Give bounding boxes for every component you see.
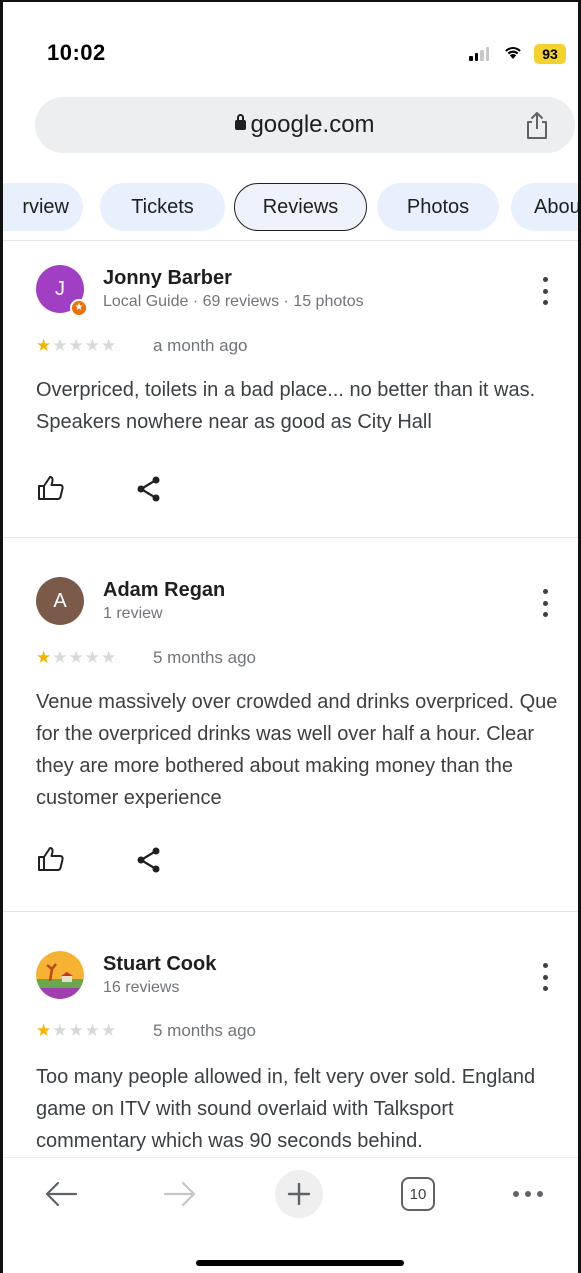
star-icon: ★	[68, 1021, 84, 1040]
avatar[interactable]	[36, 951, 84, 999]
star-icon: ★	[84, 1021, 100, 1040]
share-icon[interactable]	[523, 110, 551, 140]
url-text: google.com	[250, 111, 375, 138]
review-text: Venue massively over crowded and drinks …	[36, 691, 558, 809]
star-icon: ★	[101, 336, 117, 355]
wifi-icon	[505, 47, 521, 59]
star-icon: ★	[68, 648, 84, 667]
tab-about[interactable]: Abou	[511, 183, 578, 231]
status-bar: 10:02 93	[3, 2, 578, 86]
avatar[interactable]: J ★	[36, 265, 88, 317]
more-menu-button[interactable]	[504, 1170, 552, 1218]
review-text: Too many people allowed in, felt very ov…	[36, 1066, 536, 1152]
phone-screen: 10:02 93 google.com rview Tickets Review…	[0, 0, 581, 1273]
more-options-icon[interactable]	[535, 963, 555, 991]
star-icon: ★	[36, 1021, 52, 1040]
thumbs-up-icon[interactable]	[36, 844, 66, 874]
star-rating: ★ ★ ★ ★ ★	[36, 337, 116, 355]
arrow-right-icon	[163, 1181, 196, 1207]
new-tab-button[interactable]	[275, 1170, 323, 1218]
battery-indicator: 93	[534, 44, 566, 64]
thumbs-up-icon[interactable]	[36, 473, 66, 503]
tab-overview[interactable]: rview	[3, 183, 83, 231]
star-icon: ★	[36, 648, 52, 667]
tab-tickets[interactable]: Tickets	[100, 183, 225, 231]
url-bar[interactable]: google.com	[35, 97, 575, 153]
browser-toolbar: 10	[3, 1157, 578, 1273]
lock-icon	[235, 114, 247, 130]
star-icon: ★	[52, 336, 68, 355]
more-options-icon[interactable]	[535, 277, 555, 305]
ellipsis-icon	[513, 1191, 543, 1197]
avatar-initial: A	[53, 589, 67, 612]
star-icon: ★	[101, 1021, 117, 1040]
star-icon: ★	[101, 648, 117, 667]
reviewer-name[interactable]: Jonny Barber	[103, 267, 232, 290]
review-text: Overpriced, toilets in a bad place... no…	[36, 379, 536, 433]
forward-button[interactable]	[156, 1170, 204, 1218]
tab-count: 10	[401, 1177, 435, 1211]
divider	[3, 911, 578, 912]
reviewer-name[interactable]: Stuart Cook	[103, 953, 216, 976]
reviewer-name[interactable]: Adam Regan	[103, 579, 225, 602]
share-review-icon[interactable]	[136, 475, 162, 503]
reviewer-meta: 1 review	[103, 605, 163, 622]
tab-reviews[interactable]: Reviews	[234, 183, 367, 231]
star-icon: ★	[36, 336, 52, 355]
section-tabs: rview Tickets Reviews Photos Abou	[3, 175, 578, 241]
cellular-signal-icon	[469, 47, 489, 61]
star-icon: ★	[68, 336, 84, 355]
star-icon: ★	[84, 336, 100, 355]
divider	[3, 537, 578, 538]
url-display[interactable]: google.com	[35, 111, 575, 139]
review-date: a month ago	[153, 336, 248, 355]
review-date: 5 months ago	[153, 1021, 257, 1040]
star-icon: ★	[52, 648, 68, 667]
tab-switcher-button[interactable]: 10	[394, 1170, 442, 1218]
home-indicator[interactable]	[196, 1260, 404, 1266]
reviewer-meta: Local Guide · 69 reviews · 15 photos	[103, 293, 364, 310]
star-icon: ★	[84, 648, 100, 667]
star-rating: ★ ★ ★ ★ ★	[36, 649, 116, 667]
plus-icon	[287, 1182, 311, 1206]
review-date: 5 months ago	[153, 648, 257, 667]
avatar[interactable]: A	[36, 577, 84, 625]
avatar-initial: J	[55, 277, 65, 300]
status-time: 10:02	[47, 40, 106, 65]
local-guide-star-icon: ★	[70, 299, 88, 317]
back-button[interactable]	[37, 1170, 85, 1218]
tab-photos[interactable]: Photos	[377, 183, 499, 231]
reviewer-meta: 16 reviews	[103, 979, 180, 996]
share-review-icon[interactable]	[136, 846, 162, 874]
more-options-icon[interactable]	[535, 589, 555, 617]
star-rating: ★ ★ ★ ★ ★	[36, 1022, 116, 1040]
star-icon: ★	[52, 1021, 68, 1040]
arrow-left-icon	[45, 1181, 78, 1207]
